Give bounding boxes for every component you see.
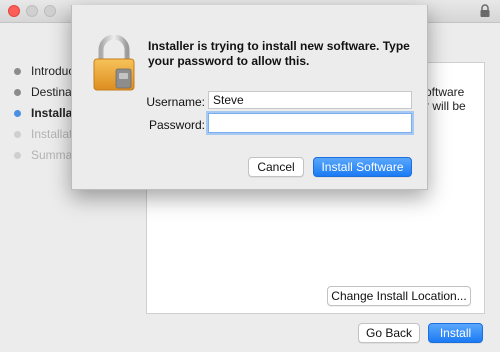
step-summary: Summary	[14, 146, 82, 167]
lock-icon	[480, 4, 490, 17]
cancel-button[interactable]: Cancel	[248, 157, 304, 177]
dialog-message: Installer is trying to install new softw…	[148, 39, 410, 68]
minimize-window-button[interactable]	[26, 5, 38, 17]
step-installation-type: Installation	[14, 104, 94, 125]
installer-steps: Introduction Destination Installation In…	[14, 62, 94, 167]
password-field[interactable]	[208, 113, 412, 133]
install-software-button[interactable]: Install Software	[313, 157, 412, 177]
authentication-dialog: Installer is trying to install new softw…	[71, 5, 428, 190]
username-label: Username:	[146, 95, 205, 109]
zoom-window-button[interactable]	[44, 5, 56, 17]
install-button[interactable]: Install	[428, 323, 483, 343]
change-install-location-button[interactable]: Change Install Location...	[327, 286, 471, 306]
padlock-icon	[93, 35, 135, 91]
step-bullet	[14, 89, 21, 96]
step-destination: Destination	[14, 83, 91, 104]
panel-description: oftware r will be	[425, 85, 466, 113]
password-label: Password:	[148, 118, 205, 132]
step-introduction: Introduction	[14, 62, 94, 83]
step-bullet	[14, 131, 21, 138]
close-window-button[interactable]	[8, 5, 20, 17]
step-bullet	[14, 68, 21, 75]
username-field[interactable]: Steve	[208, 91, 412, 109]
step-bullet	[14, 152, 21, 159]
go-back-button[interactable]: Go Back	[358, 323, 420, 343]
step-bullet	[14, 110, 21, 117]
step-installation: Installation	[14, 125, 88, 146]
